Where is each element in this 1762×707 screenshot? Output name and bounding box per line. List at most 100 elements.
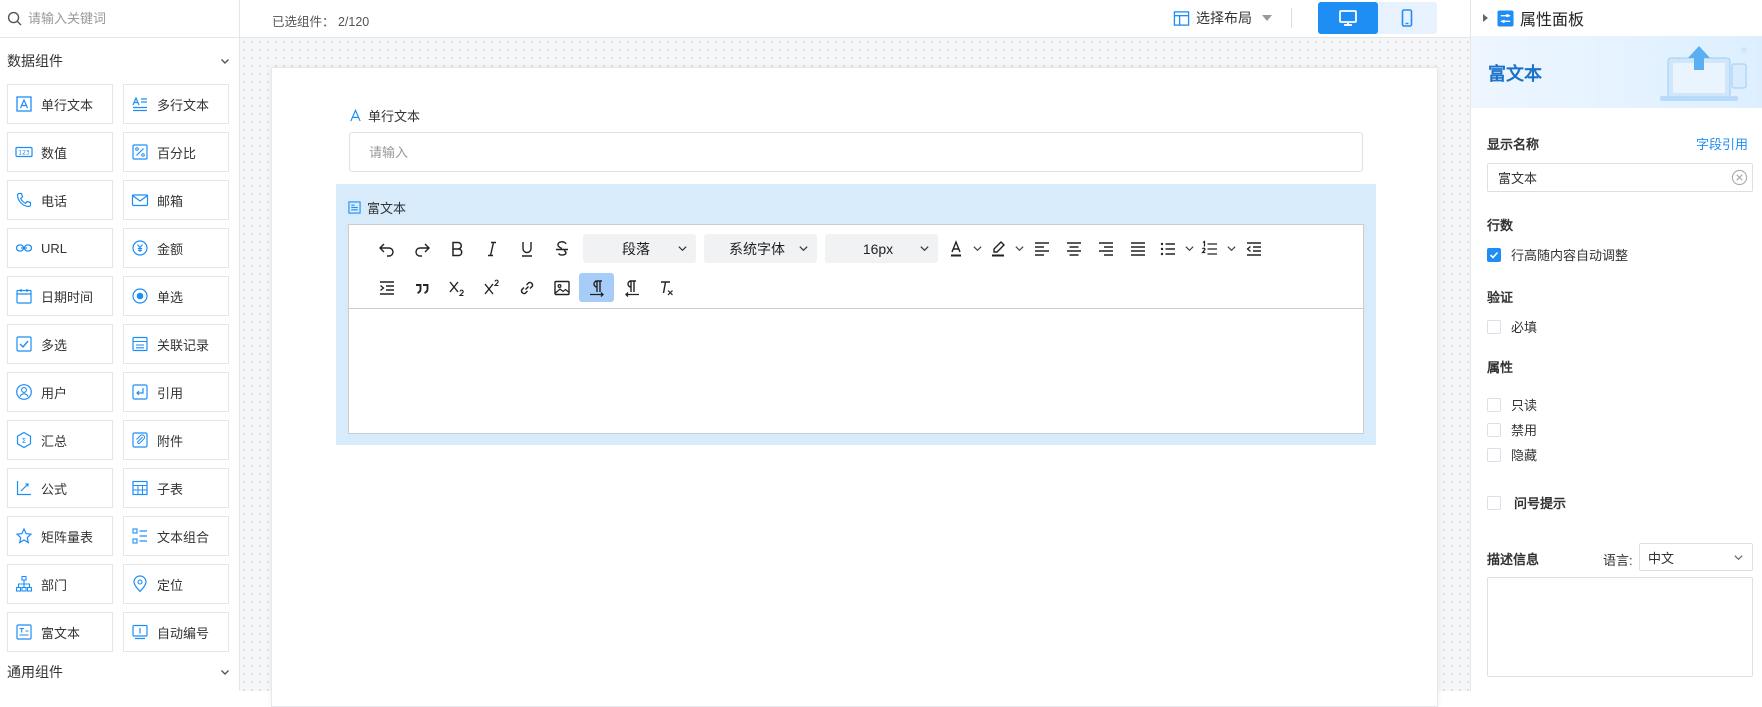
clear-format-button[interactable] [649,273,684,302]
rich-text-field-selected[interactable]: 富文本 段落 系统字体 16px [336,184,1376,445]
calendar-icon [16,289,32,304]
outdent-icon [1246,241,1261,256]
link-button[interactable] [509,273,544,302]
component-item[interactable]: 子表 [123,468,229,508]
component-item[interactable]: Σ 汇总 [7,420,113,460]
bold-button[interactable] [439,234,474,263]
display-name-input[interactable] [1487,163,1753,192]
rtl-direction-button[interactable] [614,273,649,302]
numbered-list-dropdown[interactable] [1224,234,1238,263]
tooltip-checkbox[interactable]: 问号提示 [1487,493,1566,512]
checkbox[interactable] [1487,319,1501,334]
component-item[interactable]: 单行文本 [7,84,113,124]
component-item[interactable]: 定位 [123,564,229,604]
checkbox[interactable] [1487,422,1501,437]
required-checkbox[interactable]: 必填 [1487,317,1537,336]
component-item[interactable]: 矩阵量表 [7,516,113,556]
font-family-select[interactable]: 系统字体 [704,234,817,263]
bullet-list-dropdown[interactable] [1182,234,1196,263]
component-label: 邮箱 [157,193,184,209]
superscript-button[interactable] [474,273,509,302]
auto-height-checkbox[interactable]: 行高随内容自动调整 [1487,245,1628,264]
number-icon: 123 [15,146,33,158]
component-item[interactable]: 123 数值 [7,132,113,172]
blockquote-button[interactable] [404,273,439,302]
component-item[interactable]: 引用 [123,372,229,412]
ltr-direction-button[interactable] [579,273,614,302]
italic-button[interactable] [474,234,509,263]
align-justify-button[interactable] [1122,234,1154,263]
checkbox[interactable] [1487,447,1501,462]
checkbox[interactable] [1487,495,1501,510]
font-size-select[interactable]: 16px [825,234,938,263]
align-left-button[interactable] [1026,234,1058,263]
align-center-button[interactable] [1058,234,1090,263]
desktop-view-button[interactable] [1318,2,1378,34]
align-right-button[interactable] [1090,234,1122,263]
component-item[interactable]: 部门 [7,564,113,604]
image-button[interactable] [544,273,579,302]
text-color-dropdown[interactable] [970,234,984,263]
chevron-down-icon [221,670,229,675]
search-icon [7,11,22,26]
highlight-button[interactable] [984,234,1012,263]
group-header-general[interactable]: 通用组件 [0,656,239,688]
component-item[interactable]: 电话 [7,180,113,220]
component-label: 金额 [157,241,184,257]
component-item[interactable]: 富文本 [7,612,113,652]
component-item[interactable]: 关联记录 [123,324,229,364]
italic-icon [487,241,496,256]
component-item[interactable]: 多选 [7,324,113,364]
underline-button[interactable] [509,234,544,263]
component-item[interactable]: 用户 [7,372,113,412]
component-label: 部门 [41,577,68,593]
panel-header[interactable]: 属性面板 [1471,0,1762,36]
caret-down-icon [1262,15,1272,21]
hidden-checkbox[interactable]: 隐藏 [1487,445,1537,464]
phone-device-icon [1401,9,1413,27]
search-input[interactable] [28,11,228,26]
clear-icon[interactable] [1731,169,1748,186]
checkbox[interactable] [1487,397,1501,412]
component-item[interactable]: 多行文本 [123,84,229,124]
readonly-checkbox[interactable]: 只读 [1487,395,1537,414]
divider [1291,8,1292,28]
numbered-list-button[interactable] [1196,234,1224,263]
component-item[interactable]: 附件 [123,420,229,460]
disabled-checkbox[interactable]: 禁用 [1487,420,1537,439]
field-reference-link[interactable]: 字段引用 [1696,134,1748,153]
component-item[interactable]: 邮箱 [123,180,229,220]
attributes-label: 属性 [1487,360,1514,375]
redo-button[interactable] [404,234,439,263]
component-item[interactable]: 金额 [123,228,229,268]
description-textarea[interactable] [1487,577,1753,677]
checkbox-checked[interactable] [1487,247,1501,262]
outdent-button[interactable] [1238,234,1270,263]
paragraph-select[interactable]: 段落 [583,234,696,263]
validation-label: 验证 [1487,290,1514,305]
editor-content-area[interactable] [349,309,1363,433]
mobile-view-button[interactable] [1378,2,1438,34]
text-color-button[interactable] [942,234,970,263]
layout-select[interactable]: 选择布局 [1173,8,1272,28]
subscript-icon [448,281,464,296]
single-line-input[interactable] [349,132,1363,172]
subscript-button[interactable] [439,273,474,302]
component-item[interactable]: 日期时间 [7,276,113,316]
component-item[interactable]: 公式 [7,468,113,508]
strikethrough-button[interactable] [544,234,579,263]
undo-button[interactable] [369,234,404,263]
language-select[interactable]: 中文 [1639,543,1753,571]
component-item[interactable]: 百分比 [123,132,229,172]
component-item[interactable]: 单选 [123,276,229,316]
indent-button[interactable] [369,273,404,302]
component-item[interactable]: URL [7,228,113,268]
component-label: URL [41,240,68,256]
bullet-list-button[interactable] [1154,234,1182,263]
group-header-data[interactable]: 数据组件 [0,38,239,84]
department-icon [15,575,33,592]
link-icon [520,281,533,294]
component-item[interactable]: 自动编号 [123,612,229,652]
component-item[interactable]: 文本组合 [123,516,229,556]
highlight-dropdown[interactable] [1012,234,1026,263]
